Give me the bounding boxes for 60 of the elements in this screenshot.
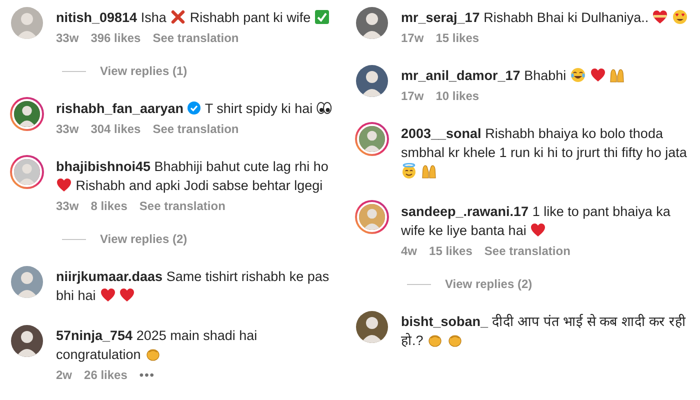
comment-time: 33w: [56, 122, 79, 136]
avatar[interactable]: [11, 325, 43, 357]
likes-count[interactable]: 15 likes: [429, 244, 472, 258]
comment-time: 2w: [56, 368, 72, 382]
username[interactable]: bhajibishnoi45: [56, 159, 151, 174]
heart-icon: [530, 222, 546, 238]
comment-text: bhajibishnoi45 Bhabhiji bahut cute lag rhi ho Rishabh and apki Jodi sabse behtar lgegi: [56, 158, 330, 195]
eyes-icon: [316, 100, 332, 116]
comment-time: 33w: [56, 199, 79, 213]
heart-icon: [119, 287, 136, 303]
comment-text: bisht_soban_ दीदी आप पंत भाई से कब शादी कर रही हो.?: [401, 312, 687, 350]
laughing-face-icon: [570, 67, 586, 83]
comment-text: mr_anil_damor_17 Bhabhi: [401, 66, 692, 85]
raised-hands-icon: [609, 67, 626, 83]
username[interactable]: rishabh_fan_aaryan: [56, 101, 184, 116]
heart-icon: [100, 287, 116, 303]
likes-count[interactable]: 10 likes: [436, 89, 480, 103]
comment-text: 57ninja_754 2025 main shadi hai congratulation: [56, 327, 258, 364]
view-replies-button[interactable]: View replies (1): [100, 64, 188, 78]
comment-text: nitish_09814 Isha Rishabh pant ki wife: [56, 8, 337, 27]
likes-count[interactable]: 8 likes: [90, 199, 128, 213]
comment-time: 17w: [401, 89, 424, 103]
username[interactable]: nitish_09814: [56, 10, 138, 25]
comment-time: 33w: [56, 31, 79, 45]
more-options-button[interactable]: •••: [139, 368, 155, 382]
see-translation-link[interactable]: See translation: [152, 122, 239, 136]
username[interactable]: mr_seraj_17: [401, 10, 480, 25]
avatar[interactable]: [356, 65, 388, 97]
heart-eyes-face-icon: [672, 9, 688, 25]
likes-count[interactable]: 15 likes: [436, 31, 480, 45]
comment-time: 4w: [401, 244, 418, 258]
check-icon: [314, 9, 330, 25]
username[interactable]: 57ninja_754: [56, 328, 133, 343]
avatar[interactable]: [356, 311, 388, 343]
likes-count[interactable]: 396 likes: [90, 31, 141, 45]
comment-text: mr_seraj_17 Rishabh Bhai ki Dulhaniya..: [401, 8, 692, 27]
see-translation-link[interactable]: See translation: [484, 244, 570, 258]
comment-text: 2003__sonal Rishabh bhaiya ko bolo thoda smbhal kr khele 1 run ki hi to jrurt thi fifty ho jata: [401, 124, 692, 181]
username[interactable]: 2003__sonal: [401, 126, 482, 141]
heart-icon: [56, 177, 72, 193]
username[interactable]: niirjkumaar.daas: [56, 269, 163, 284]
raised-hands-icon: [420, 163, 437, 179]
likes-count[interactable]: 304 likes: [90, 122, 141, 136]
heart-icon: [590, 67, 606, 83]
banded-heart-icon: [652, 9, 668, 25]
comment-time: 17w: [401, 31, 424, 45]
comment-text: niirjkumaar.daas Same tishirt rishabh ke pas bhi hai: [56, 268, 330, 305]
avatar[interactable]: [356, 7, 388, 39]
username[interactable]: mr_anil_damor_17: [401, 68, 520, 83]
username[interactable]: bisht_soban_: [401, 314, 488, 329]
likes-count[interactable]: 26 likes: [84, 368, 128, 382]
view-replies-button[interactable]: View replies (2): [100, 232, 188, 246]
comment-text: rishabh_fan_aaryan T shirt spidy ki hai: [56, 99, 337, 118]
username[interactable]: sandeep_.rawani.17: [401, 204, 529, 219]
cross-icon: [170, 9, 186, 25]
see-translation-link[interactable]: See translation: [139, 199, 226, 213]
halo-face-icon: [401, 163, 417, 179]
see-translation-link[interactable]: See translation: [152, 31, 239, 45]
comment-text: sandeep_.rawani.17 1 like to pant bhaiya ka wife ke liye banta hai: [401, 203, 672, 240]
view-replies-button[interactable]: View replies (2): [445, 277, 532, 291]
